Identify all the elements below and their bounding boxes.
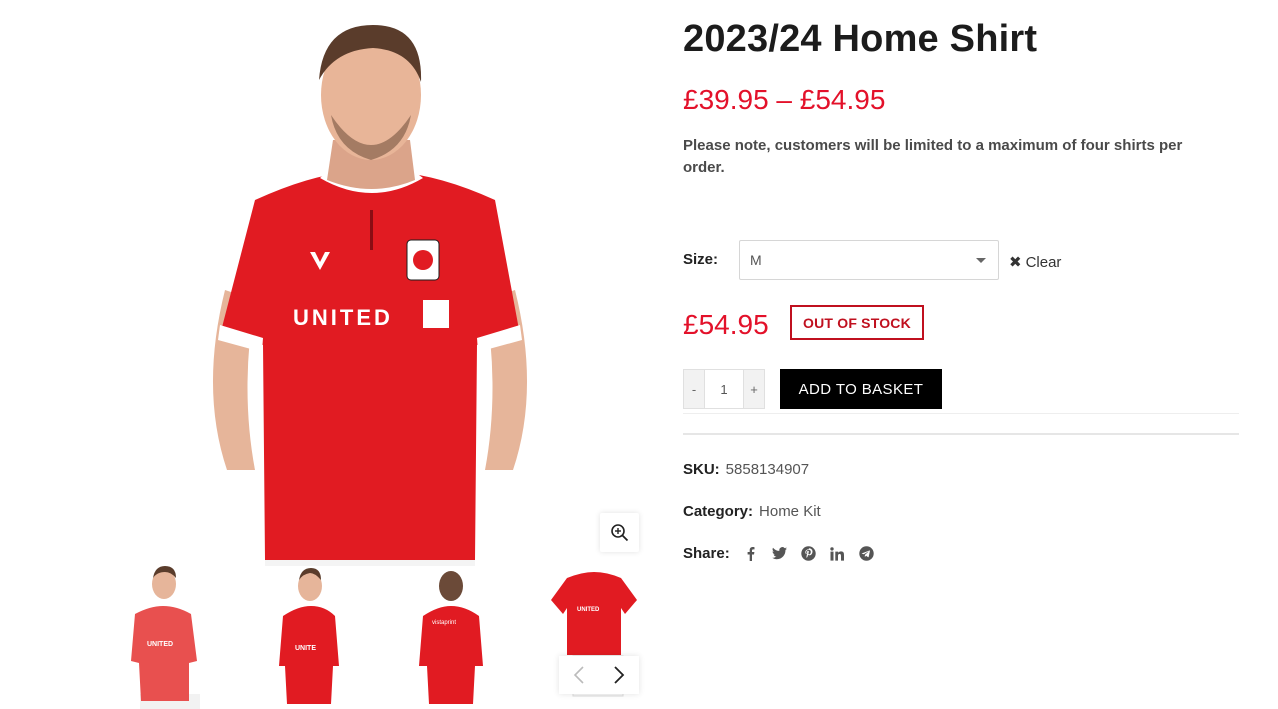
quantity-increase-button[interactable]: +	[744, 370, 764, 408]
product-title: 2023/24 Home Shirt	[683, 18, 1038, 60]
main-product-image[interactable]: UNITED	[105, 0, 645, 566]
category-link[interactable]: Home Kit	[759, 503, 821, 520]
thumb-sponsor-text: UNITED	[147, 641, 173, 648]
sku-value: 5858134907	[725, 461, 810, 478]
clear-label: Clear	[1025, 254, 1062, 271]
thumbnail-back[interactable]: vistaprint	[381, 566, 519, 709]
variant-price: £54.95	[683, 309, 769, 340]
gallery-next-button[interactable]	[599, 656, 639, 694]
category-label: Category:	[683, 503, 754, 520]
gallery-prev-button[interactable]	[559, 656, 599, 694]
zoom-in-icon	[611, 524, 629, 542]
quantity-decrease-button[interactable]: -	[684, 370, 704, 408]
stock-status-badge: OUT OF STOCK	[790, 305, 924, 340]
thumbnail-side[interactable]: UNITE	[243, 566, 381, 709]
svg-text:UNITE: UNITE	[295, 645, 316, 652]
gallery-navigation	[559, 656, 639, 694]
divider	[683, 413, 1239, 414]
chevron-left-icon	[573, 666, 584, 684]
svg-text:UNITED: UNITED	[577, 607, 600, 613]
chevron-right-icon	[614, 666, 625, 684]
facebook-icon[interactable]	[742, 545, 759, 562]
quantity-stepper: - +	[683, 369, 765, 409]
size-selected-value: M	[750, 252, 762, 268]
sku-row: SKU: 5858134907	[683, 461, 809, 478]
category-row: Category: Home Kit	[683, 503, 821, 520]
thumb-back-sponsor-text: vistaprint	[432, 620, 456, 626]
purchase-limit-note: Please note, customers will be limited t…	[683, 137, 1183, 176]
linkedin-icon[interactable]	[829, 545, 846, 562]
thumbnail-front[interactable]: UNITED	[105, 566, 243, 709]
divider	[683, 433, 1239, 435]
close-icon: ✖	[1009, 254, 1022, 271]
dropdown-caret-icon	[976, 258, 986, 263]
share-row: Share:	[683, 545, 875, 562]
size-label: Size:	[683, 251, 719, 268]
add-to-basket-button[interactable]: ADD TO BASKET	[780, 369, 942, 409]
telegram-icon[interactable]	[858, 545, 875, 562]
zoom-button[interactable]	[600, 513, 639, 552]
pinterest-icon[interactable]	[800, 545, 817, 562]
quantity-input[interactable]	[704, 370, 744, 408]
clear-selection-link[interactable]: ✖ Clear	[1009, 253, 1061, 271]
shirt-sponsor-text: UNITED	[293, 305, 393, 330]
sku-label: SKU:	[683, 461, 720, 478]
twitter-icon[interactable]	[771, 545, 788, 562]
price-range: £39.95 – £54.95	[683, 84, 886, 115]
size-select[interactable]: M	[739, 240, 999, 280]
player-photo: UNITED	[212, 25, 528, 566]
share-label: Share:	[683, 545, 730, 562]
